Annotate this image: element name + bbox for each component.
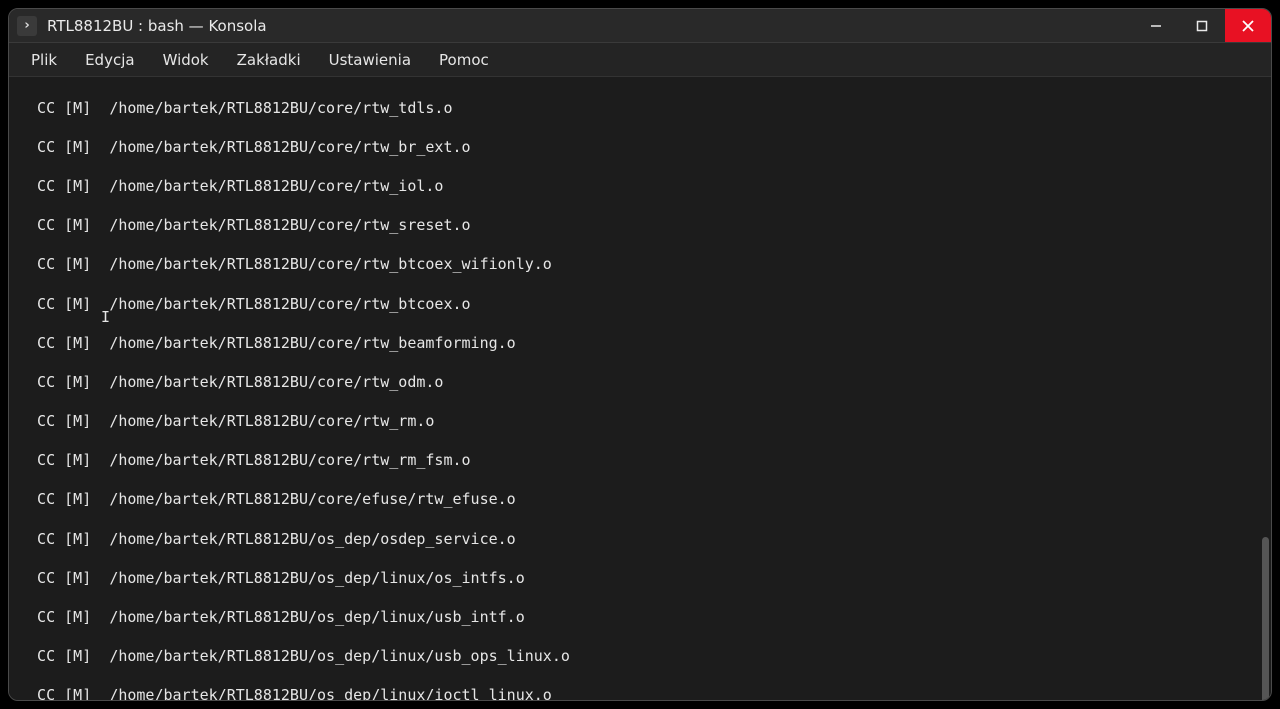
- output-line: CC [M] /home/bartek/RTL8812BU/os_dep/lin…: [19, 686, 1265, 700]
- window-controls: [1133, 9, 1271, 42]
- output-line: CC [M] /home/bartek/RTL8812BU/core/efuse…: [19, 490, 1265, 510]
- menubar: Plik Edycja Widok Zakładki Ustawienia Po…: [9, 43, 1271, 77]
- output-line: CC [M] /home/bartek/RTL8812BU/core/rtw_b…: [19, 255, 1265, 275]
- output-line: CC [M] /home/bartek/RTL8812BU/core/rtw_b…: [19, 334, 1265, 354]
- menu-plik[interactable]: Plik: [31, 51, 57, 69]
- minimize-icon: [1150, 20, 1162, 32]
- output-line: CC [M] /home/bartek/RTL8812BU/os_dep/lin…: [19, 647, 1265, 667]
- output-line: CC [M] /home/bartek/RTL8812BU/core/rtw_t…: [19, 99, 1265, 119]
- terminal-icon: ›: [17, 16, 37, 36]
- maximize-button[interactable]: [1179, 9, 1225, 42]
- output-line: CC [M] /home/bartek/RTL8812BU/core/rtw_s…: [19, 216, 1265, 236]
- output-line: CC [M] /home/bartek/RTL8812BU/core/rtw_r…: [19, 451, 1265, 471]
- menu-zakladki[interactable]: Zakładki: [237, 51, 301, 69]
- menu-widok[interactable]: Widok: [163, 51, 209, 69]
- window-title: RTL8812BU : bash — Konsola: [47, 17, 267, 35]
- close-button[interactable]: [1225, 9, 1271, 42]
- menu-ustawienia[interactable]: Ustawienia: [329, 51, 411, 69]
- titlebar[interactable]: › RTL8812BU : bash — Konsola: [9, 9, 1271, 43]
- output-line: CC [M] /home/bartek/RTL8812BU/core/rtw_b…: [19, 295, 1265, 315]
- close-icon: [1242, 20, 1254, 32]
- app-window: › RTL8812BU : bash — Konsola Plik Edycja…: [8, 8, 1272, 701]
- menu-pomoc[interactable]: Pomoc: [439, 51, 489, 69]
- output-line: CC [M] /home/bartek/RTL8812BU/os_dep/lin…: [19, 608, 1265, 628]
- output-line: CC [M] /home/bartek/RTL8812BU/os_dep/lin…: [19, 569, 1265, 589]
- scrollbar-thumb[interactable]: [1262, 537, 1269, 700]
- output-line: CC [M] /home/bartek/RTL8812BU/core/rtw_b…: [19, 138, 1265, 158]
- output-line: CC [M] /home/bartek/RTL8812BU/core/rtw_i…: [19, 177, 1265, 197]
- output-line: CC [M] /home/bartek/RTL8812BU/os_dep/osd…: [19, 530, 1265, 550]
- maximize-icon: [1196, 20, 1208, 32]
- menu-edycja[interactable]: Edycja: [85, 51, 134, 69]
- output-line: CC [M] /home/bartek/RTL8812BU/core/rtw_o…: [19, 373, 1265, 393]
- output-line: CC [M] /home/bartek/RTL8812BU/core/rtw_r…: [19, 412, 1265, 432]
- terminal-viewport[interactable]: CC [M] /home/bartek/RTL8812BU/core/rtw_t…: [9, 77, 1271, 700]
- minimize-button[interactable]: [1133, 9, 1179, 42]
